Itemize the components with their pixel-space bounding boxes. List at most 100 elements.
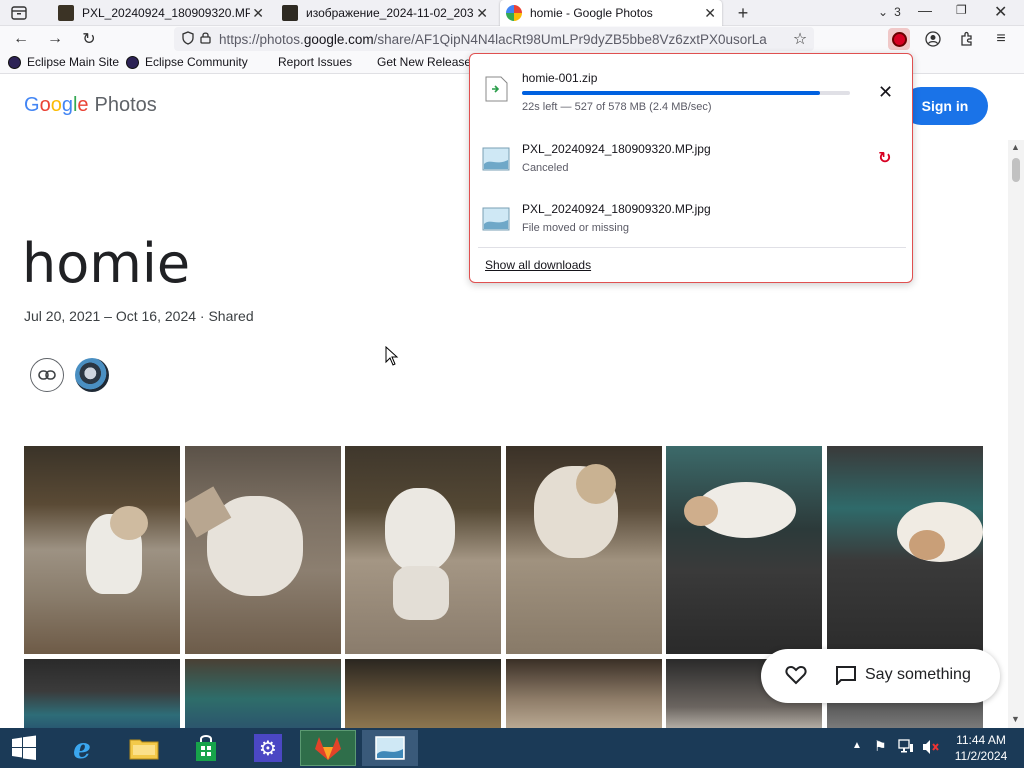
shield-icon[interactable] (182, 30, 194, 48)
link-icon (38, 370, 56, 380)
tab-count: 3 (894, 5, 901, 19)
clock-time: 11:44 AM (956, 733, 1006, 747)
photo-thumbnail[interactable] (185, 659, 341, 728)
new-tab-icon[interactable]: + (732, 2, 754, 24)
chevron-down-icon: ⌄ (878, 5, 889, 19)
menu-icon[interactable]: ≡ (990, 28, 1012, 50)
photo-thumbnail[interactable] (185, 446, 341, 654)
copy-link-button[interactable] (30, 358, 64, 392)
clock-date: 11/2/2024 (954, 749, 1008, 763)
file-explorer-icon[interactable] (116, 730, 172, 766)
show-all-downloads-link[interactable]: Show all downloads (485, 258, 591, 272)
comment-icon[interactable] (835, 665, 857, 690)
back-arrow-icon[interactable]: ← (10, 28, 32, 50)
tab-title: PXL_20240924_180909320.MP.jpg (82, 6, 250, 20)
gitlab-app-icon[interactable] (300, 730, 356, 766)
retry-icon[interactable]: ↻ (878, 148, 891, 168)
taskbar: e ⚙ ▲ ⚑ 11:44 AM 11/2/2024 (0, 728, 1024, 768)
system-clock[interactable]: 11:44 AM 11/2/2024 (948, 732, 1014, 764)
page-scrollbar[interactable]: ▲ ▼ (1008, 140, 1024, 728)
start-windows-icon[interactable] (0, 730, 48, 766)
photo-thumbnail[interactable] (506, 659, 662, 728)
eclipse-icon (8, 55, 21, 69)
lock-icon[interactable] (200, 31, 211, 47)
network-icon[interactable] (898, 738, 914, 759)
photo-thumbnail[interactable] (666, 446, 822, 654)
download-status: File moved or missing (522, 222, 629, 234)
sign-in-button[interactable]: Sign in (902, 87, 988, 125)
close-icon[interactable]: ✕ (252, 5, 264, 22)
bookmark-label: Eclipse Main Site (27, 55, 120, 69)
download-item[interactable]: PXL_20240924_180909320.MP.jpg File moved… (470, 192, 912, 250)
photo-thumbnail[interactable] (24, 446, 180, 654)
photo-thumbnail[interactable] (345, 446, 501, 654)
show-hidden-icons-icon[interactable]: ▲ (852, 740, 862, 751)
tab-photo-1[interactable]: PXL_20240924_180909320.MP.jpg ✕ (52, 0, 270, 26)
reload-icon[interactable]: ↻ (78, 28, 100, 50)
google-photos-logo[interactable]: Google Photos (24, 94, 157, 117)
tab-image-2[interactable]: изображение_2024-11-02_2031... ✕ (276, 0, 494, 26)
forward-arrow-icon[interactable]: → (44, 28, 66, 50)
bookmark-label: Report Issues (278, 55, 353, 69)
download-item[interactable]: homie-001.zip 22s left — 527 of 578 MB (… (470, 62, 912, 120)
image-file-icon (482, 147, 510, 171)
bookmark-eclipse-community[interactable]: Eclipse Community (126, 55, 248, 69)
logo-letter: e (77, 94, 89, 116)
logo-suffix: Photos (94, 94, 157, 116)
zip-file-icon (485, 76, 508, 102)
store-icon[interactable] (178, 730, 234, 766)
close-icon[interactable]: ✕ (476, 5, 488, 22)
url-path: /share/AF1QipN4N4lacRt98UmLPr9dyZB5bbe8V… (373, 31, 767, 47)
restore-icon[interactable]: ❐ (956, 3, 967, 17)
album-title: homie (22, 232, 191, 295)
downloads-icon[interactable] (888, 28, 910, 50)
image-thumb-icon (282, 5, 298, 21)
settings-gear-icon[interactable]: ⚙ (240, 730, 296, 766)
photo-thumbnail[interactable] (345, 659, 501, 728)
download-filename: PXL_20240924_180909320.MP.jpg (522, 142, 711, 156)
tab-google-photos[interactable]: homie - Google Photos ✕ (500, 0, 722, 26)
download-progress-fill (522, 91, 821, 95)
account-icon[interactable] (922, 28, 944, 50)
photo-thumbnail[interactable] (827, 446, 983, 654)
star-icon[interactable]: ☆ (789, 28, 811, 50)
url-prefix: https://photos. (219, 31, 304, 47)
scroll-thumb[interactable] (1012, 158, 1020, 182)
tab-list-button[interactable]: ⌄ 3 (878, 5, 901, 19)
album-date-range: Jul 20, 2021 – Oct 16, 2024 · Shared (24, 308, 254, 324)
logo-letter: G (24, 94, 40, 116)
say-something-button[interactable]: Say something (865, 666, 971, 684)
url-host: google.com (303, 31, 374, 47)
cancel-download-icon[interactable]: ✕ (878, 82, 893, 103)
tab-bar: PXL_20240924_180909320.MP.jpg ✕ изображе… (0, 0, 1024, 26)
window-close-icon[interactable]: ✕ (994, 2, 1007, 22)
tab-overview-icon[interactable] (8, 2, 30, 24)
extensions-icon[interactable] (956, 28, 978, 50)
url-bar[interactable]: https://photos. google.com/share/AF1QipN4… (174, 27, 814, 51)
downloads-panel: homie-001.zip 22s left — 527 of 578 MB (… (469, 53, 913, 283)
download-item[interactable]: PXL_20240924_180909320.MP.jpg Canceled ↻ (470, 132, 912, 190)
logo-letter: o (50, 94, 62, 116)
eclipse-icon (126, 55, 139, 69)
photo-thumbnail[interactable] (506, 446, 662, 654)
bookmark-report-issues[interactable]: Report Issues (278, 55, 352, 69)
bookmark-label: Eclipse Community (145, 55, 248, 69)
heart-icon[interactable] (785, 665, 807, 690)
scroll-up-icon[interactable]: ▲ (1011, 142, 1020, 152)
internet-explorer-icon[interactable]: e (54, 730, 110, 766)
scroll-down-icon[interactable]: ▼ (1011, 714, 1020, 724)
volume-muted-icon[interactable] (922, 739, 940, 760)
action-center-flag-icon[interactable]: ⚑ (874, 738, 887, 755)
close-icon[interactable]: ✕ (704, 5, 716, 22)
minimize-icon[interactable]: — (918, 2, 932, 18)
image-file-icon (482, 207, 510, 231)
photo-thumbnail[interactable] (24, 659, 180, 728)
avatar[interactable] (75, 358, 109, 392)
tab-title: изображение_2024-11-02_2031... (306, 6, 474, 20)
logo-letter: o (39, 94, 51, 116)
bookmark-label: Get New Releases (377, 55, 478, 69)
image-viewer-icon[interactable] (362, 730, 418, 766)
bookmark-get-new-releases[interactable]: Get New Releases (377, 55, 477, 69)
bookmark-eclipse-main[interactable]: Eclipse Main Site (8, 55, 119, 69)
download-status: Canceled (522, 162, 569, 174)
